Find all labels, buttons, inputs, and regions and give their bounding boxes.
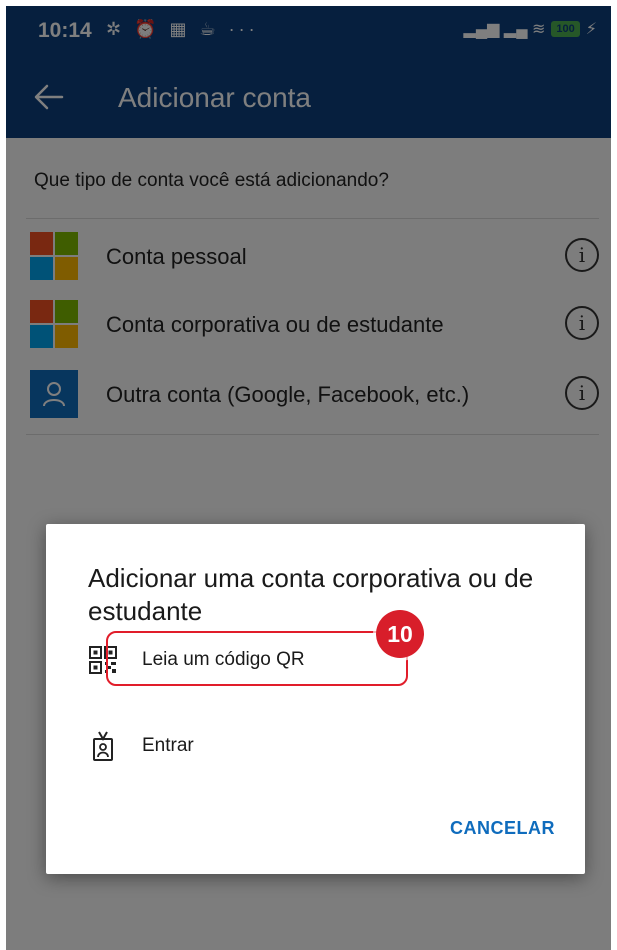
step-badge: 10 [376, 610, 424, 658]
sign-in-label: Entrar [142, 735, 194, 756]
cancel-button[interactable]: CANCELAR [450, 818, 555, 839]
add-work-account-dialog: Adicionar uma conta corporativa ou de es… [46, 524, 585, 874]
dialog-title: Adicionar uma conta corporativa ou de es… [88, 563, 534, 626]
phone-screen: 10:14 ✲ ⏰ ▦ ☕ ··· ▂▄▆ ▂▄ ≋ 100 ⚡ Adicion… [6, 6, 611, 950]
sign-in-option[interactable]: Entrar [80, 720, 380, 772]
highlight-box [106, 631, 408, 686]
badge-icon [93, 731, 113, 761]
